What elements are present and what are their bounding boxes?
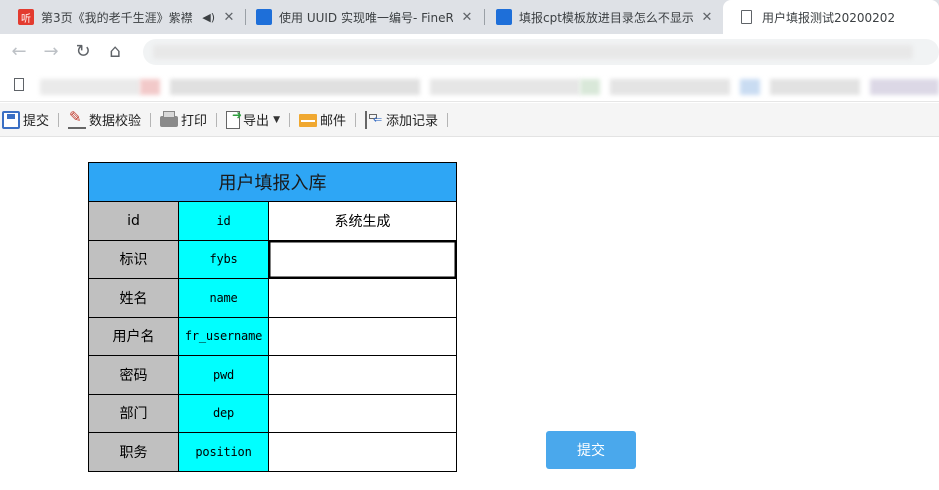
blurred-bookmark[interactable] [870,79,939,95]
position-input-cell[interactable] [268,432,457,472]
print-label: 打印 [181,114,208,129]
toolbar-divider [150,112,152,127]
report-toolbar: 提交 数据校验 打印 导出 ▼ 邮件 添加记录 [0,103,939,137]
ting-logo-icon: 听 [18,9,34,25]
row-label: 标识 [88,239,179,279]
form-row: id id 系统生成 [88,201,457,241]
form-row: 姓名 name [88,278,457,318]
tab-title: 填报cpt模板放进目录怎么不显示 [519,10,693,25]
speaker-icon[interactable]: ◀) [202,11,215,24]
printer-icon [160,111,179,127]
envelope-icon [298,114,317,127]
blurred-bookmark[interactable] [170,79,420,95]
page-icon [741,10,752,24]
export-label: 导出 [243,114,270,129]
row-field-name: dep [178,393,269,433]
submit-toolbar-button[interactable]: 提交 [2,109,49,131]
row-label: 姓名 [88,278,179,318]
username-input-cell[interactable] [268,316,457,356]
toolbar-divider [58,112,60,127]
row-field-name: pwd [178,355,269,395]
row-field-name: fr_username [178,316,269,356]
validate-icon [68,108,87,129]
address-bar[interactable] [143,39,939,65]
caret-down-icon[interactable]: ▼ [273,115,280,125]
blurred-bookmark[interactable] [770,79,860,95]
row-field-name: id [178,201,269,241]
form-row: 职务 position [88,432,457,472]
blurred-bookmark[interactable] [40,79,140,95]
fybs-input-cell[interactable] [268,239,457,279]
finereport-logo-icon [256,9,272,25]
export-button[interactable]: 导出 ▼ [226,108,280,131]
export-icon [226,108,242,129]
page-icon [14,78,24,91]
validate-label: 数据校验 [89,114,142,129]
close-icon[interactable]: ✕ [459,10,475,25]
row-field-name: position [178,432,269,472]
row-field-name: fybs [178,239,269,279]
print-button[interactable]: 打印 [160,109,207,131]
password-input-cell[interactable] [268,355,457,395]
id-value-cell: 系统生成 [268,201,457,241]
row-label: 密码 [88,355,179,395]
submit-label: 提交 [23,114,50,129]
form-row: 密码 pwd [88,355,457,395]
blurred-bookmark[interactable] [430,79,580,95]
add-record-icon [365,110,383,129]
toolbar-divider [355,112,356,127]
tab-title: 第3页《我的老千生涯》紫襟 [41,10,193,25]
tab-title: 用户填报测试20200202 [762,10,896,25]
browser-tab[interactable]: 填报cpt模板放进目录怎么不显示 ✕ [478,0,723,34]
add-record-label: 添加记录 [386,114,439,129]
browser-tab[interactable]: 使用 UUID 实现唯一编号- FineR ✕ [238,0,483,34]
row-label: id [88,201,179,241]
validate-button[interactable]: 数据校验 [68,108,142,131]
tab-title: 使用 UUID 实现唯一编号- FineR [279,10,453,25]
blurred-bookmark[interactable] [610,79,730,95]
home-icon[interactable]: ⌂ [105,42,125,62]
department-input-cell[interactable] [268,393,457,433]
row-label: 职务 [88,432,179,472]
row-field-name: name [178,278,269,318]
user-entry-form: 用户填报入库 id id 系统生成 标识 fybs 姓名 name 用户名 fr… [88,162,457,472]
browser-navigation-bar: ← → ↻ ⌂ [0,34,939,70]
name-input-cell[interactable] [268,278,457,318]
finereport-logo-icon [496,9,512,25]
browser-tab[interactable]: 听 第3页《我的老千生涯》紫襟 ◀) ✕ [0,0,245,34]
row-label: 用户名 [88,316,179,356]
bookmarks-bar [0,70,939,102]
toolbar-divider [447,112,449,127]
blurred-bookmark[interactable] [740,79,760,95]
reload-icon[interactable]: ↻ [73,42,93,62]
browser-tab-strip: 听 第3页《我的老千生涯》紫襟 ◀) ✕ 使用 UUID 实现唯一编号- Fin… [0,0,939,34]
blurred-url [153,45,913,59]
browser-tab-active[interactable]: 用户填报测试20200202 [723,0,939,34]
email-label: 邮件 [319,114,346,129]
submit-button[interactable]: 提交 [546,431,636,469]
close-icon[interactable]: ✕ [699,10,715,25]
form-title: 用户填报入库 [88,162,457,202]
toolbar-divider [216,112,218,127]
form-row: 标识 fybs [88,239,457,279]
save-icon [2,110,20,129]
back-arrow-icon[interactable]: ← [9,42,29,62]
close-icon[interactable]: ✕ [221,10,237,25]
add-record-button[interactable]: 添加记录 [365,109,438,131]
toolbar-divider [288,112,290,127]
form-row: 用户名 fr_username [88,316,457,356]
forward-arrow-icon[interactable]: → [41,42,61,62]
form-row: 部门 dep [88,393,457,433]
row-label: 部门 [88,393,179,433]
email-button[interactable]: 邮件 [298,109,346,131]
blurred-bookmark[interactable] [580,79,600,95]
blurred-bookmark[interactable] [140,79,160,95]
